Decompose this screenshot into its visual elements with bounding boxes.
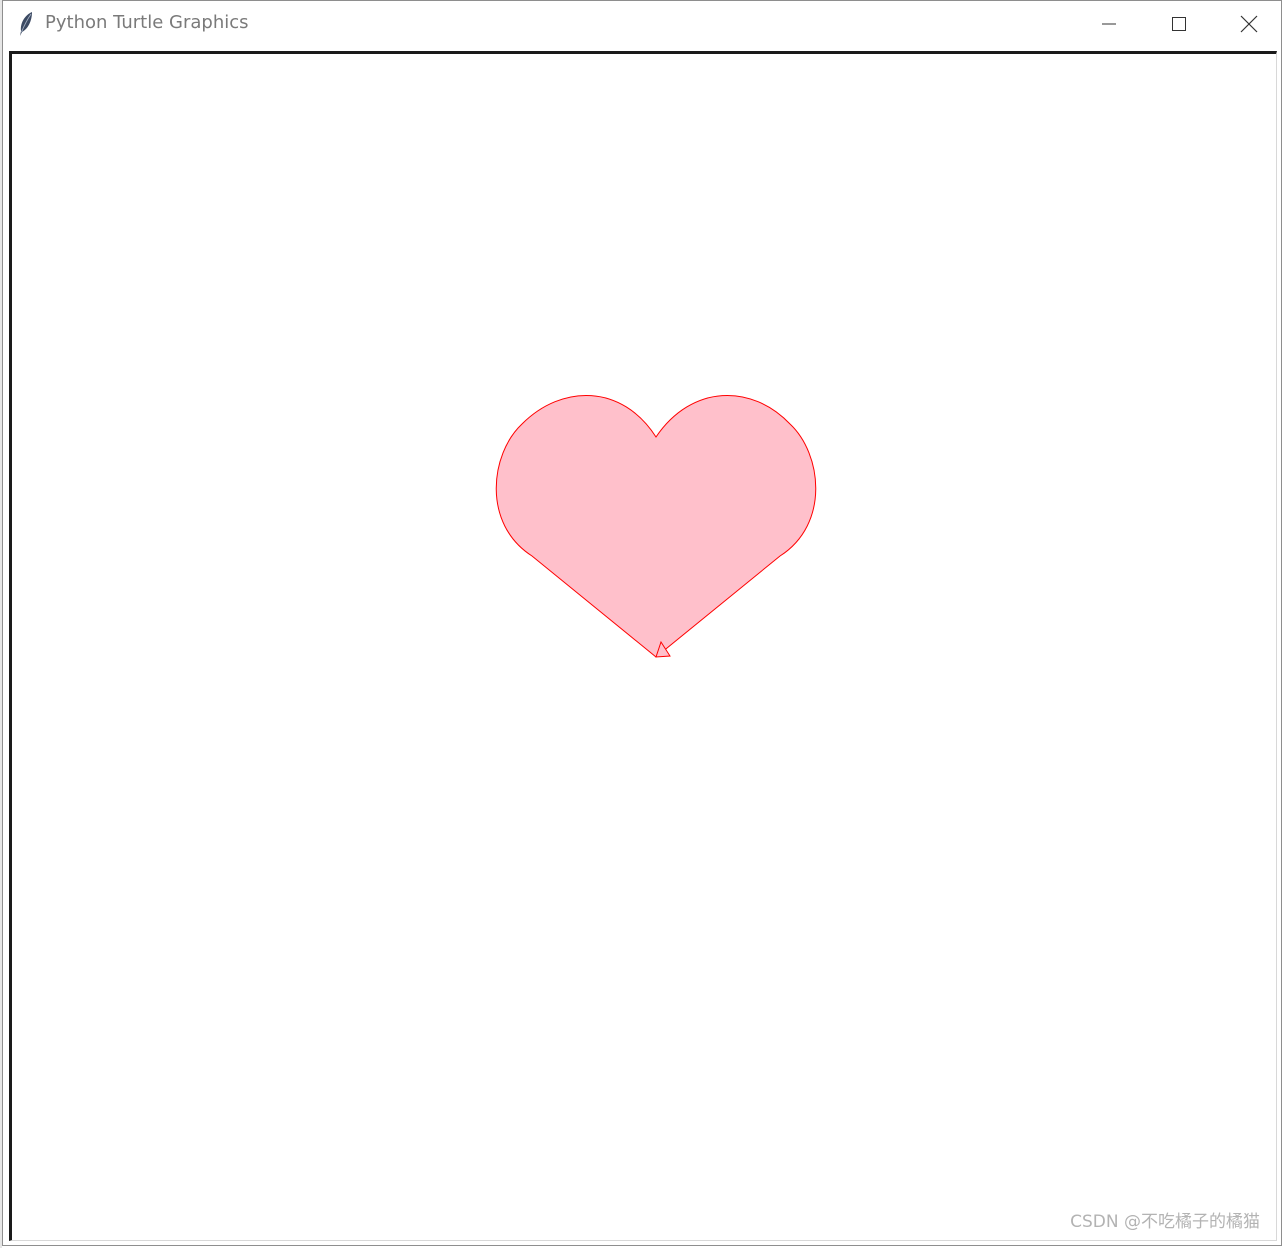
feather-icon	[17, 11, 35, 37]
close-button[interactable]	[1214, 1, 1284, 47]
maximize-icon	[1171, 16, 1187, 32]
minimize-icon	[1101, 16, 1117, 32]
turtle-canvas[interactable]	[12, 54, 1277, 1241]
turtle-window: Python Turtle Graphics CSDN @不吃橘子的橘猫	[2, 0, 1282, 1246]
title-bar[interactable]: Python Turtle Graphics	[3, 1, 1281, 47]
close-icon	[1240, 15, 1258, 33]
window-title: Python Turtle Graphics	[45, 12, 249, 33]
maximize-button[interactable]	[1144, 1, 1214, 47]
turtle-canvas-frame[interactable]: CSDN @不吃橘子的橘猫	[9, 51, 1277, 1241]
watermark: CSDN @不吃橘子的橘猫	[1070, 1212, 1260, 1232]
heart-shape	[495, 395, 817, 658]
minimize-button[interactable]	[1074, 1, 1144, 47]
